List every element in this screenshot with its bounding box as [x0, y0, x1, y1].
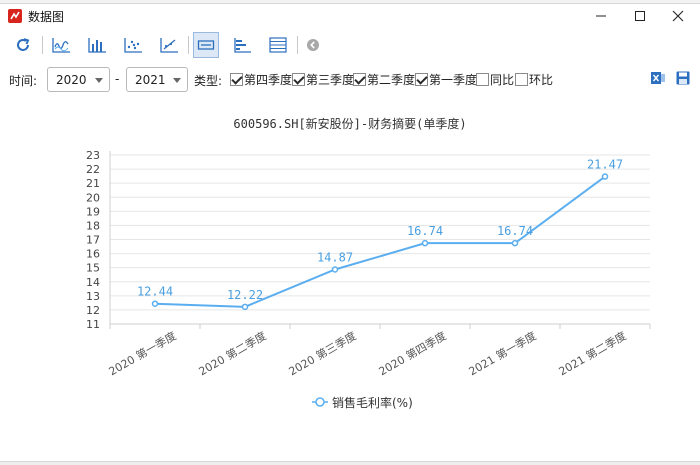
year-range-dash: - — [115, 72, 120, 86]
x-tick-label: 2020 第二季度 — [196, 328, 268, 378]
checkbox-label: 同比 — [490, 72, 515, 87]
checkbox-q4[interactable]: 第四季度 — [230, 71, 292, 87]
start-year-value: 2020 — [56, 73, 87, 87]
chart-title: 600596.SH[新安股份]-财务摘要(单季度) — [233, 116, 466, 131]
checkbox-box[interactable] — [515, 72, 528, 86]
chart-gridlines — [110, 154, 650, 311]
y-tick-label: 23 — [86, 149, 100, 162]
checkbox-yoy[interactable]: 同比 — [476, 71, 514, 87]
data-point[interactable] — [151, 300, 159, 307]
start-year-select[interactable]: 2020 — [47, 67, 110, 92]
chart-series: 12.44 12.22 14.87 16.74 16.74 21.47 — [137, 158, 623, 311]
data-label: 16.74 — [497, 224, 533, 238]
y-tick-label: 14 — [86, 276, 100, 289]
excel-export-icon[interactable] — [649, 69, 667, 87]
checkbox-label: 环比 — [529, 72, 554, 87]
toolbar-separator — [188, 36, 189, 54]
end-year-select[interactable]: 2021 — [126, 67, 188, 92]
checkbox-box[interactable] — [353, 72, 366, 86]
chevron-down-icon — [173, 78, 181, 83]
grid-lines-icon[interactable] — [265, 32, 291, 58]
window-title: 数据图 — [28, 9, 65, 24]
filter-bar: 时间: 2020 - 2021 类型: 第四季度 第三季度 第二季度 第一季度 … — [0, 66, 700, 94]
checkbox-q3[interactable]: 第三季度 — [292, 71, 354, 87]
x-tick-label: 2020 第一季度 — [106, 328, 178, 378]
checkbox-box[interactable] — [292, 72, 305, 86]
checkbox-box[interactable] — [230, 72, 243, 86]
toolbar-separator — [42, 36, 43, 54]
chart-legend[interactable]: 销售毛利率(%) — [312, 395, 413, 410]
x-tick-label: 2020 第四季度 — [376, 328, 448, 378]
y-tick-label: 15 — [86, 262, 100, 275]
y-tick-label: 22 — [86, 163, 100, 176]
y-tick-label: 20 — [86, 191, 100, 204]
legend-marker — [315, 397, 325, 407]
checkbox-mom[interactable]: 环比 — [515, 71, 553, 87]
legend-label: 销售毛利率(%) — [332, 395, 413, 410]
line-chart: 600596.SH[新安股份]-财务摘要(单季度) 11121314151617… — [86, 116, 651, 410]
y-tick-label: 19 — [86, 205, 100, 218]
chevron-down-icon — [95, 78, 103, 83]
checkbox-box[interactable] — [476, 72, 489, 86]
checkbox-label: 第一季度 — [429, 72, 478, 87]
checkbox-label: 第四季度 — [244, 72, 293, 87]
chart-toolbar — [0, 28, 700, 62]
data-point[interactable] — [421, 239, 429, 247]
checkbox-q2[interactable]: 第二季度 — [353, 71, 415, 87]
collapse-left-icon[interactable] — [300, 32, 326, 58]
bar-chart-icon[interactable] — [84, 32, 110, 58]
window-bottom-edge — [0, 461, 700, 465]
x-tick-label: 2021 第二季度 — [556, 328, 628, 378]
title-bar: 数据图 — [0, 4, 700, 28]
checkbox-box[interactable] — [415, 72, 428, 86]
x-tick-label: 2020 第三季度 — [286, 328, 358, 378]
y-tick-label: 13 — [86, 290, 100, 303]
y-tick-label: 12 — [86, 304, 100, 317]
minimize-button[interactable] — [586, 4, 616, 28]
data-label: 21.47 — [587, 158, 623, 172]
data-label: 16.74 — [407, 224, 443, 238]
data-point[interactable] — [241, 303, 249, 311]
refresh-icon[interactable] — [10, 32, 36, 58]
checkbox-label: 第三季度 — [306, 72, 355, 87]
save-icon[interactable] — [674, 69, 692, 87]
end-year-value: 2021 — [135, 73, 166, 87]
type-label: 类型: — [194, 74, 223, 88]
y-tick-label: 21 — [86, 177, 100, 190]
y-tick-label: 18 — [86, 219, 100, 232]
series-line — [154, 175, 606, 308]
maximize-button[interactable] — [625, 4, 655, 28]
y-tick-label: 17 — [86, 234, 100, 247]
close-button[interactable] — [663, 4, 693, 28]
checkbox-q1[interactable]: 第一季度 — [415, 71, 477, 87]
time-label: 时间: — [9, 74, 38, 88]
data-label: 12.22 — [227, 288, 263, 302]
table-view-icon[interactable] — [193, 32, 219, 58]
checkbox-label: 第二季度 — [367, 72, 416, 87]
y-tick-label: 16 — [86, 248, 100, 261]
wave-chart-icon[interactable] — [48, 32, 74, 58]
x-tick-label: 2021 第一季度 — [466, 328, 538, 378]
app-logo-icon — [8, 9, 22, 23]
data-point[interactable] — [511, 239, 519, 247]
y-tick-label: 11 — [86, 318, 100, 331]
data-point[interactable] — [601, 173, 609, 180]
data-label: 12.44 — [137, 285, 173, 299]
data-point[interactable] — [331, 266, 339, 273]
data-label: 14.87 — [317, 250, 353, 264]
regression-chart-icon[interactable] — [156, 32, 182, 58]
horizontal-bar-icon[interactable] — [229, 32, 255, 58]
scatter-chart-icon[interactable] — [120, 32, 146, 58]
toolbar-separator — [297, 36, 298, 54]
